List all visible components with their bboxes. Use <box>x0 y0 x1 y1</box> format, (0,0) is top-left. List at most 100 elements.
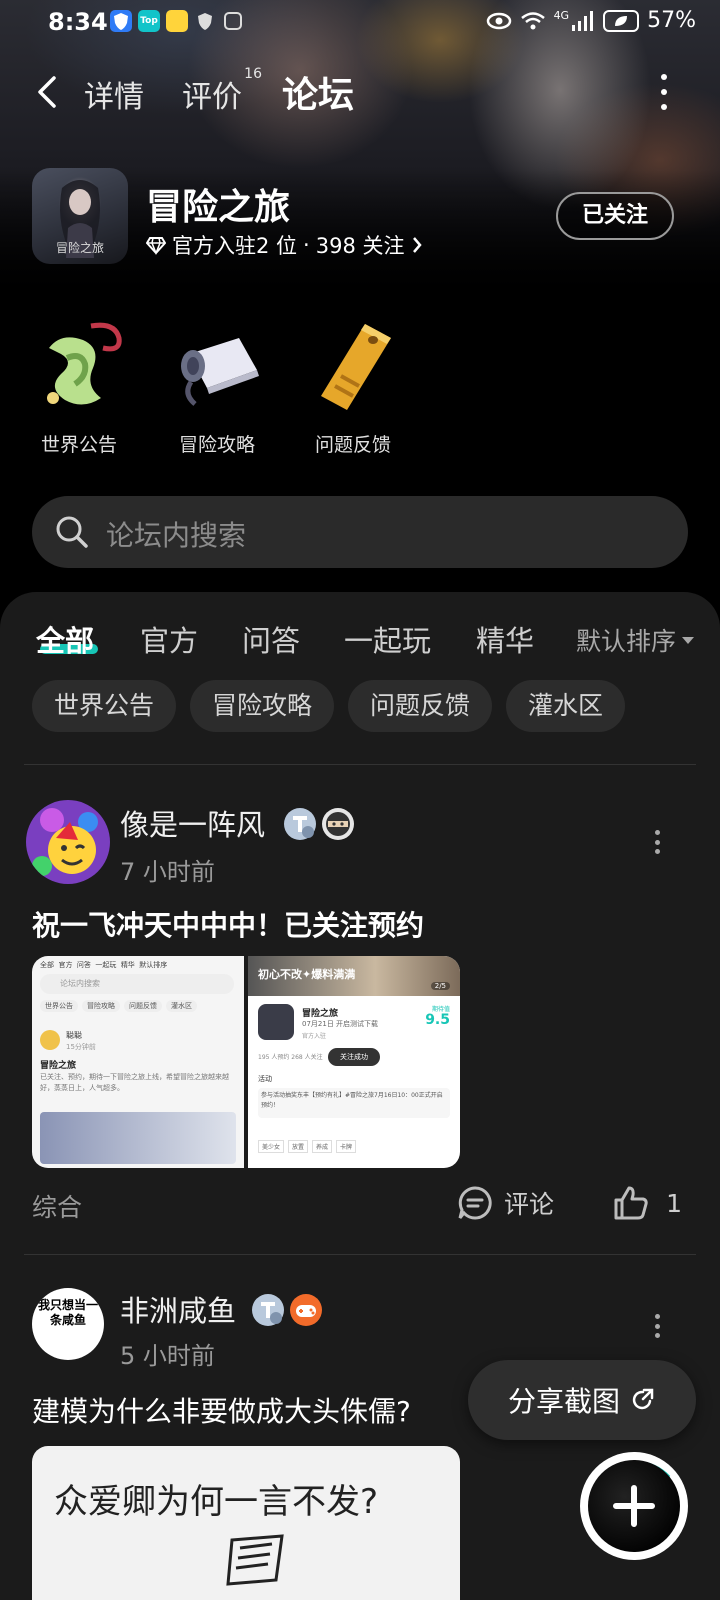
diamond-icon <box>146 237 166 255</box>
sticker-app-icon <box>166 10 188 32</box>
feed-tabs: 全部 官方 问答 一起玩 精华 默认排序 <box>0 608 720 668</box>
back-arrow-icon[interactable] <box>30 74 66 110</box>
forum-feed-panel: 全部 官方 问答 一起玩 精华 默认排序 世界公告 冒险攻略 问题反馈 灌水区 <box>0 592 720 1600</box>
tab-forum[interactable]: 论坛 <box>282 66 354 118</box>
divider <box>24 1254 696 1255</box>
gallery-icon <box>222 10 244 32</box>
forum-search-bar[interactable]: 论坛内搜索 <box>32 496 688 568</box>
user-avatar[interactable]: 我只想当一条咸鱼 <box>32 1288 104 1360</box>
network-type: 4G <box>553 9 570 22</box>
plus-icon <box>613 1485 655 1527</box>
category-adventure-guide[interactable]: 冒险攻略 <box>162 318 272 457</box>
sort-label: 默认排序 <box>575 627 676 656</box>
feed-tab-featured[interactable]: 精华 <box>476 618 534 660</box>
search-placeholder: 论坛内搜索 <box>106 519 247 552</box>
chip-chat[interactable]: 灌水区 <box>506 680 626 732</box>
category-world-announcement[interactable]: 世界公告 <box>24 318 134 457</box>
feed-tab-qa[interactable]: 问答 <box>242 618 300 660</box>
review-count-badge: 16 <box>244 66 262 82</box>
post-title[interactable]: 祝一飞冲天中中中！已关注预约 <box>32 904 424 944</box>
thumb-score: 9.5 <box>425 1012 450 1028</box>
thumb-preview <box>40 1112 236 1164</box>
signal-icon <box>572 10 594 31</box>
level-badge-icon <box>284 808 316 840</box>
post-time: 5 小时前 <box>120 1342 215 1370</box>
status-time: 8:34 <box>48 8 108 36</box>
post-more-icon[interactable] <box>654 830 660 854</box>
thumb-avatar <box>40 1030 60 1050</box>
more-options-icon[interactable] <box>660 74 668 110</box>
post-category[interactable]: 综合 <box>32 1188 82 1224</box>
thumbs-up-icon <box>614 1186 648 1220</box>
thumb-game-date: 07月21日 开启测试下载 <box>302 1020 379 1028</box>
category-feedback[interactable]: 问题反馈 <box>298 318 408 457</box>
comment-label: 评论 <box>504 1190 555 1219</box>
thumb-body: 已关注、预约，期待一下冒险之旅上线，希望冒险之旅越来越好，蒸蒸日上，人气超多。 <box>40 1073 229 1092</box>
meme-caption: 众爱卿为何一言不发? <box>54 1482 379 1522</box>
like-count: 1 <box>666 1188 682 1218</box>
thumb-tags: 美少女 放置 养成 卡牌 <box>258 1140 357 1153</box>
thumb-tabs-text: 全部 官方 问答 一起玩 精华 默认排序 <box>40 961 168 969</box>
scroll-ribbon-icon <box>31 318 127 414</box>
vpn-icon <box>194 10 216 32</box>
tab-forum-label: 论坛 <box>282 75 355 116</box>
feed-tab-official[interactable]: 官方 <box>140 618 198 660</box>
meta-separator: · <box>303 233 310 257</box>
gamepad-badge-icon <box>290 1294 322 1326</box>
share-screenshot-button[interactable]: 分享截图 <box>468 1360 696 1440</box>
thumb-stats: 195 人预约 268 人关注 <box>258 1054 323 1061</box>
level-badge-icon <box>252 1294 284 1326</box>
notification-icons: Top <box>110 10 244 32</box>
post-footer: 综合 评论 1 <box>32 1184 688 1224</box>
game-icon-caption: 冒险之旅 <box>55 241 104 255</box>
chip-adventure-guide[interactable]: 冒险攻略 <box>190 680 335 732</box>
battery-percent: 57% <box>647 8 696 33</box>
post-image[interactable]: 全部 官方 问答 一起玩 精华 默认排序 论坛内搜索 世界公告 冒险攻略 问题反… <box>32 956 244 1168</box>
game-meta[interactable]: 官方入驻2 位 · 398 关注 <box>146 230 423 260</box>
search-icon <box>56 516 88 548</box>
create-post-fab[interactable] <box>580 1452 688 1560</box>
thumb-title: 冒险之旅 <box>40 1061 77 1071</box>
thumb-follow-success: 关注成功 <box>328 1048 380 1066</box>
category-label: 世界公告 <box>40 434 117 456</box>
category-label: 冒险攻略 <box>178 434 255 456</box>
username[interactable]: 非洲咸鱼 <box>120 1288 236 1330</box>
thumb-promo: 参与活动抽奖东丰【预约有礼】#冒险之旅7月16日10：00正式开启预约！ <box>258 1088 450 1118</box>
thumb-activity: 活动 <box>258 1075 272 1083</box>
divider <box>24 764 696 765</box>
tab-reviews[interactable]: 评价 16 <box>182 66 262 116</box>
thumb-official: 官方入驻 <box>302 1033 327 1040</box>
feed-tab-all[interactable]: 全部 <box>36 618 94 660</box>
post-image[interactable]: 众爱卿为何一言不发? <box>32 1446 460 1600</box>
tab-details[interactable]: 详情 <box>84 72 144 116</box>
sort-dropdown[interactable]: 默认排序 <box>576 622 694 658</box>
thumb-banner-text: 初心不改✦爆料满满 <box>258 968 356 981</box>
share-icon <box>632 1388 654 1410</box>
username[interactable]: 像是一阵风 <box>120 802 265 844</box>
thumb-chips: 世界公告 冒险攻略 问题反馈 灌水区 <box>40 1000 197 1012</box>
follow-button[interactable]: 已关注 <box>556 192 674 240</box>
top-nav: 详情 评价 16 论坛 <box>0 62 720 122</box>
user-avatar[interactable] <box>26 800 110 884</box>
thumb-game-icon <box>258 1004 294 1040</box>
avatar-text: 我只想当一条咸鱼 <box>38 1298 99 1327</box>
game-icon[interactable]: 冒险之旅 <box>32 168 128 264</box>
thumb-page: 2/5 <box>430 982 450 990</box>
feed-tab-play-together[interactable]: 一起玩 <box>344 618 431 660</box>
post-time: 7 小时前 <box>120 858 215 886</box>
chip-world-announcement[interactable]: 世界公告 <box>32 680 177 732</box>
status-bar: 8:34 Top 4G 57% <box>0 0 720 46</box>
comment-button[interactable]: 评论 <box>456 1184 554 1222</box>
post-image[interactable]: 初心不改✦爆料满满 2/5 冒险之旅 07月21日 开启测试下载 官方入驻 期待… <box>248 956 460 1168</box>
comment-icon <box>458 1186 492 1220</box>
follower-count: 398 关注 <box>315 234 405 258</box>
post-more-icon[interactable] <box>654 1314 660 1338</box>
category-label: 问题反馈 <box>314 434 391 456</box>
like-button[interactable]: 1 <box>612 1184 682 1222</box>
chip-feedback[interactable]: 问题反馈 <box>348 680 493 732</box>
eye-icon <box>486 12 511 29</box>
post-title[interactable]: 建模为什么非要做成大头侏儒? <box>32 1390 411 1430</box>
thumb-time: 15分钟前 <box>66 1043 96 1051</box>
chevron-right-icon <box>412 237 422 253</box>
tab-details-label: 详情 <box>84 80 144 115</box>
